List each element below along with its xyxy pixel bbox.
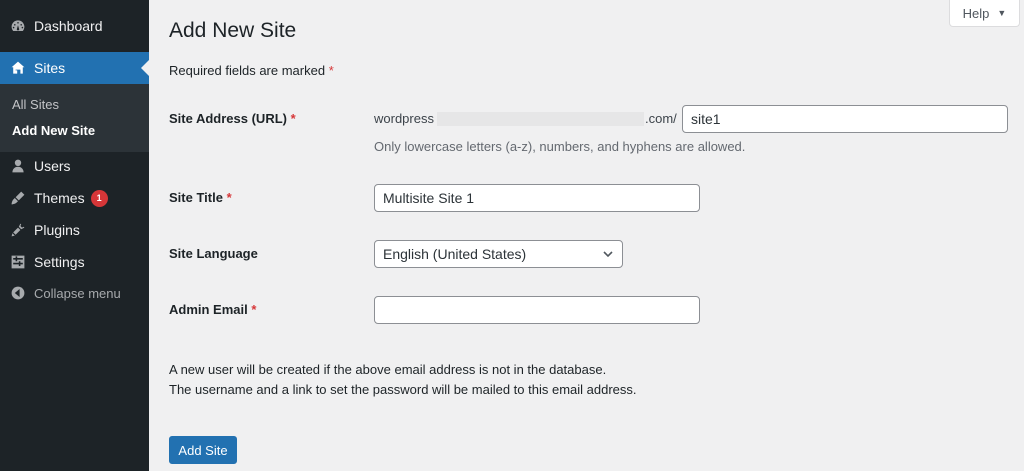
menu-label: Settings — [34, 254, 85, 270]
required-fields-note: Required fields are marked * — [169, 63, 334, 78]
help-tab-button[interactable]: Help ▼ — [949, 0, 1020, 27]
admin-email-label: Admin Email * — [169, 302, 257, 317]
site-language-select[interactable]: English (United States) — [374, 240, 623, 268]
submenu-all-sites[interactable]: All Sites — [12, 97, 59, 112]
menu-plugins[interactable]: Plugins — [0, 214, 149, 246]
menu-label: Users — [34, 158, 71, 174]
admin-email-input[interactable] — [374, 296, 700, 324]
menu-label: Plugins — [34, 222, 80, 238]
redacted-domain — [437, 112, 644, 126]
new-user-note: A new user will be created if the above … — [169, 362, 607, 377]
required-star: * — [251, 302, 257, 317]
site-title-input[interactable]: Multisite Site 1 — [374, 184, 700, 212]
themes-icon — [8, 188, 28, 208]
add-site-button[interactable]: Add Site — [169, 436, 237, 464]
site-title-label: Site Title * — [169, 190, 232, 205]
menu-sites[interactable]: Sites — [0, 52, 149, 84]
update-count-badge: 1 — [90, 189, 108, 207]
sites-submenu: All Sites Add New Site — [0, 84, 149, 152]
submenu-add-new-site[interactable]: Add New Site — [12, 123, 95, 138]
required-star: * — [328, 63, 334, 78]
chevron-down-icon — [603, 251, 613, 258]
admin-sidebar: Dashboard Sites All Sites Add New Site U… — [0, 0, 149, 471]
site-address-hint: Only lowercase letters (a-z), numbers, a… — [374, 139, 746, 154]
page-title: Add New Site — [169, 19, 297, 42]
menu-label: Themes — [34, 190, 85, 206]
menu-themes[interactable]: Themes 1 — [0, 182, 149, 214]
menu-label: Sites — [34, 60, 66, 76]
required-star: * — [290, 111, 296, 126]
menu-users[interactable]: Users — [0, 150, 149, 182]
plugins-icon — [8, 220, 28, 240]
site-address-label: Site Address (URL) * — [169, 111, 296, 126]
url-suffix: .com/ — [645, 111, 677, 126]
required-star: * — [226, 190, 232, 205]
url-prefix: wordpress — [374, 111, 434, 126]
site-address-input[interactable]: site1 — [682, 105, 1008, 133]
chevron-down-icon: ▼ — [997, 8, 1007, 18]
menu-dashboard[interactable]: Dashboard — [0, 10, 149, 42]
users-icon — [8, 156, 28, 176]
settings-icon — [8, 252, 28, 272]
collapse-menu-button[interactable]: Collapse menu — [0, 277, 149, 309]
dashboard-icon — [8, 16, 28, 36]
collapse-icon — [8, 283, 28, 303]
sites-icon — [8, 58, 28, 78]
menu-settings[interactable]: Settings — [0, 246, 149, 278]
help-label: Help — [962, 5, 990, 21]
site-language-label: Site Language — [169, 246, 258, 261]
password-mail-note: The username and a link to set the passw… — [169, 382, 637, 397]
menu-label: Collapse menu — [34, 285, 121, 301]
menu-label: Dashboard — [34, 18, 103, 34]
